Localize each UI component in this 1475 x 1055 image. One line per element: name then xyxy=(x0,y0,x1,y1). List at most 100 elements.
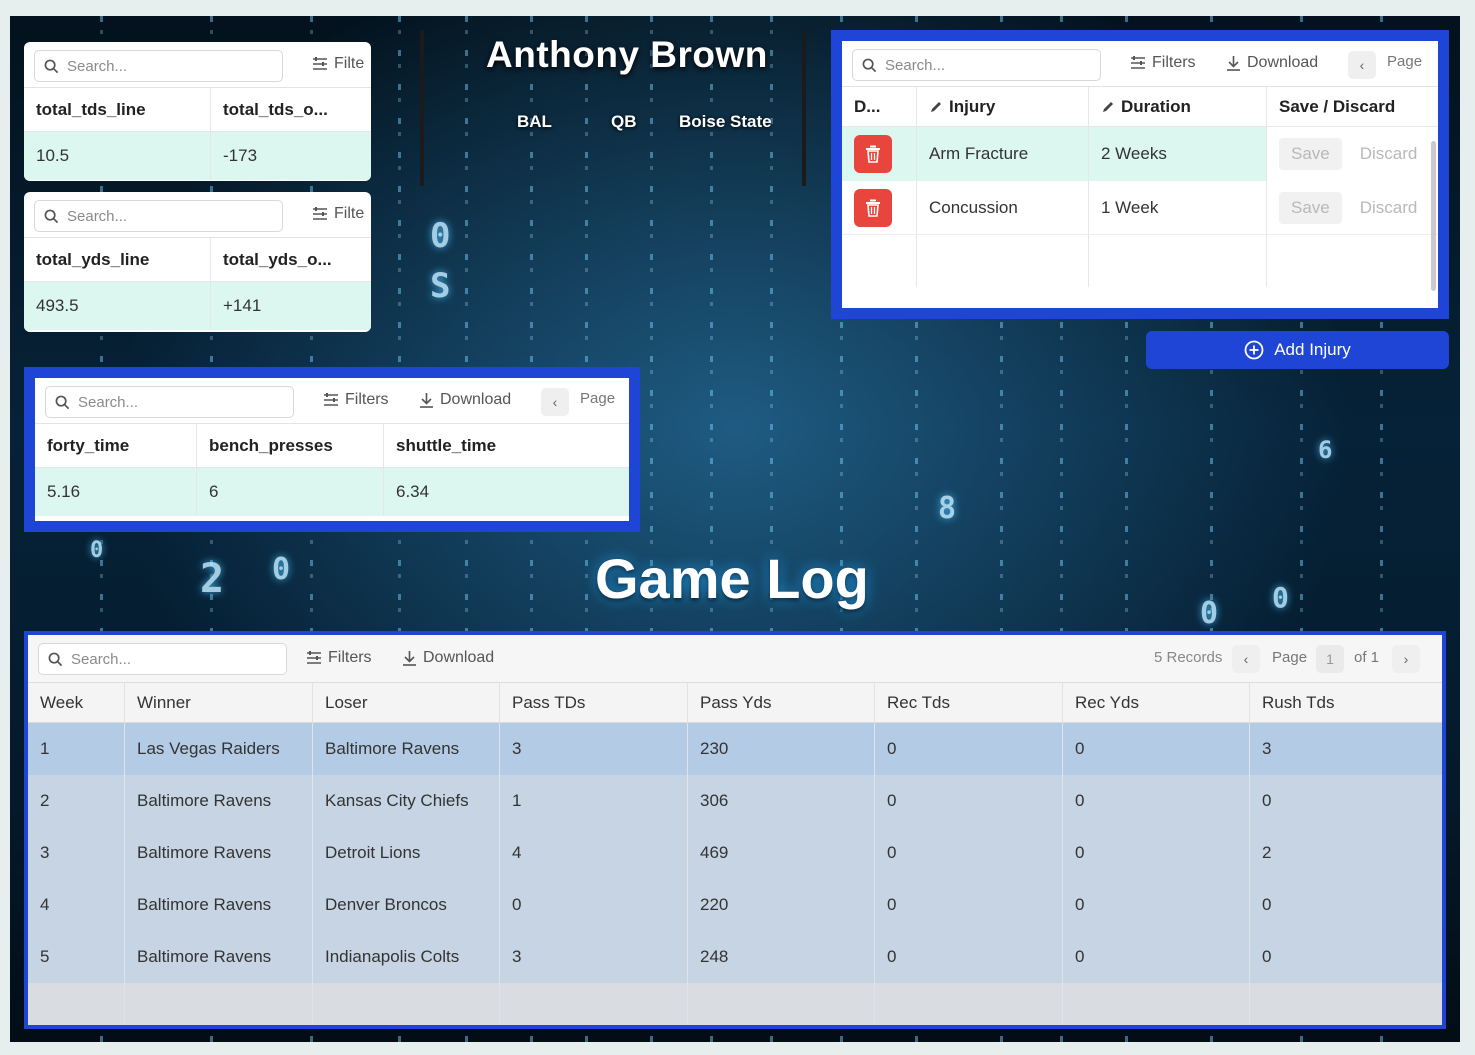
filters-button[interactable]: Filters xyxy=(323,391,389,409)
empty-cell xyxy=(875,983,1063,1025)
injury-cell[interactable]: Arm Fracture xyxy=(917,127,1089,181)
total-tds-card: Search... Filte total_tds_line total_tds… xyxy=(24,42,371,181)
prev-page-button[interactable]: ‹ xyxy=(541,388,569,416)
injury-row[interactable]: Arm Fracture 2 Weeks Save Discard xyxy=(842,127,1438,181)
next-page-button[interactable]: › xyxy=(1392,645,1420,673)
filters-button[interactable]: Filte xyxy=(312,55,364,73)
save-discard-cell: Save Discard xyxy=(1267,181,1438,234)
delete-cell xyxy=(842,127,917,181)
search-input[interactable]: Search... xyxy=(34,200,283,232)
duration-cell[interactable]: 2 Weeks xyxy=(1089,127,1267,181)
page-number-input[interactable]: 1 xyxy=(1316,645,1344,673)
column-header[interactable]: Rec Yds xyxy=(1063,683,1250,722)
column-header[interactable]: Pass TDs xyxy=(500,683,688,722)
prev-page-button[interactable]: ‹ xyxy=(1348,51,1376,79)
table-row[interactable]: 1 Las Vegas Raiders Baltimore Ravens 3 2… xyxy=(28,723,1442,775)
duration-cell[interactable]: 1 Week xyxy=(1089,181,1267,234)
table-cell: 4 xyxy=(28,879,125,931)
table-cell: 6.34 xyxy=(396,482,430,501)
column-header-injury[interactable]: Injury xyxy=(917,87,1089,126)
player-position: QB xyxy=(611,112,637,131)
column-header[interactable]: total_tds_o... xyxy=(211,88,371,131)
column-header[interactable]: Week xyxy=(28,683,125,722)
injury-cell[interactable]: Concussion xyxy=(917,181,1089,234)
column-header-save-discard[interactable]: Save / Discard xyxy=(1267,87,1438,126)
injury-row[interactable]: Concussion 1 Week Save Discard xyxy=(842,181,1438,235)
matrix-glyph: 0 xyxy=(1272,581,1289,614)
search-placeholder: Search... xyxy=(885,56,946,74)
column-header[interactable]: Rush Tds xyxy=(1250,683,1442,722)
page-label: Page xyxy=(580,390,616,407)
table-row[interactable]: 5 Baltimore Ravens Indianapolis Colts 3 … xyxy=(28,931,1442,983)
search-input[interactable]: Search... xyxy=(34,50,283,82)
table-row[interactable]: 10.5 -173 xyxy=(24,132,371,180)
filters-label: Filters xyxy=(345,391,389,408)
column-header[interactable]: Rec Tds xyxy=(875,683,1063,722)
column-header[interactable]: shuttle_time xyxy=(384,424,629,467)
table-cell: 0 xyxy=(875,931,1063,983)
table-cell: Baltimore Ravens xyxy=(125,827,313,879)
column-header-duration[interactable]: Duration xyxy=(1089,87,1267,126)
filters-button[interactable]: Filters xyxy=(306,649,372,667)
table-toolbar: Search... Filters Download 5 Records ‹ P… xyxy=(28,635,1442,683)
discard-button[interactable]: Discard xyxy=(1360,144,1418,164)
search-input[interactable]: Search... xyxy=(38,643,287,675)
search-placeholder: Search... xyxy=(67,57,128,75)
download-button[interactable]: Download xyxy=(1226,54,1318,72)
delete-button[interactable] xyxy=(854,188,892,227)
filters-icon xyxy=(313,57,327,70)
scrollbar[interactable] xyxy=(1431,141,1436,291)
table-row[interactable]: 4 Baltimore Ravens Denver Broncos 0 220 … xyxy=(28,879,1442,931)
search-input[interactable]: Search... xyxy=(45,386,294,418)
chevron-left-icon: ‹ xyxy=(1359,57,1365,73)
filters-icon xyxy=(307,651,321,664)
empty-cell xyxy=(1089,235,1267,287)
save-button[interactable]: Save xyxy=(1279,191,1342,224)
filters-button[interactable]: Filte xyxy=(312,205,364,223)
delete-button[interactable] xyxy=(854,135,892,173)
table-cell: 0 xyxy=(1063,827,1250,879)
table-cell: 2 xyxy=(28,775,125,827)
column-header[interactable]: total_yds_line xyxy=(24,238,211,281)
download-button[interactable]: Download xyxy=(402,649,494,667)
search-input[interactable]: Search... xyxy=(852,49,1101,81)
chevron-right-icon: › xyxy=(1403,651,1409,667)
table-cell: 0 xyxy=(500,879,688,931)
column-header[interactable]: total_yds_o... xyxy=(211,238,371,281)
column-header[interactable]: Pass Yds xyxy=(688,683,875,722)
table-row[interactable]: 493.5 +141 xyxy=(24,282,371,330)
discard-button[interactable]: Discard xyxy=(1360,198,1418,218)
table-cell: 306 xyxy=(688,775,875,827)
filters-button[interactable]: Filters xyxy=(1130,54,1196,72)
filters-icon xyxy=(324,393,338,406)
matrix-glyph: 0 xyxy=(430,216,451,256)
plus-circle-icon xyxy=(1244,340,1264,360)
table-row[interactable]: 5.16 6 6.34 xyxy=(35,468,629,516)
table-cell: Indianapolis Colts xyxy=(313,931,500,983)
table-header: total_yds_line total_yds_o... xyxy=(24,238,371,282)
column-header[interactable]: Loser xyxy=(313,683,500,722)
table-cell: 3 xyxy=(1262,739,1272,758)
table-row[interactable]: 3 Baltimore Ravens Detroit Lions 4 469 0… xyxy=(28,827,1442,879)
save-button[interactable]: Save xyxy=(1279,138,1342,170)
prev-page-button[interactable]: ‹ xyxy=(1232,645,1260,673)
add-injury-button[interactable]: Add Injury xyxy=(1146,331,1449,369)
search-icon xyxy=(48,652,63,666)
table-cell: 5.16 xyxy=(35,468,197,516)
table-toolbar: Search... Filters Download ‹ Page xyxy=(842,41,1438,87)
download-button[interactable]: Download xyxy=(419,391,511,409)
empty-row xyxy=(842,235,1438,287)
table-row[interactable]: 2 Baltimore Ravens Kansas City Chiefs 1 … xyxy=(28,775,1442,827)
trash-icon xyxy=(866,145,880,163)
table-cell: 0 xyxy=(1262,947,1272,966)
column-header[interactable]: forty_time xyxy=(35,424,197,467)
column-header[interactable]: Winner xyxy=(125,683,313,722)
table-header: Week Winner Loser Pass TDs Pass Yds Rec … xyxy=(28,683,1442,723)
table-cell: Baltimore Ravens xyxy=(125,931,313,983)
column-header-delete[interactable]: D... xyxy=(842,87,917,126)
column-header[interactable]: total_tds_line xyxy=(24,88,211,131)
column-header[interactable]: bench_presses xyxy=(197,424,384,467)
filters-label: Filters xyxy=(328,649,372,666)
empty-cell xyxy=(500,983,688,1025)
player-team: BAL xyxy=(517,112,552,131)
